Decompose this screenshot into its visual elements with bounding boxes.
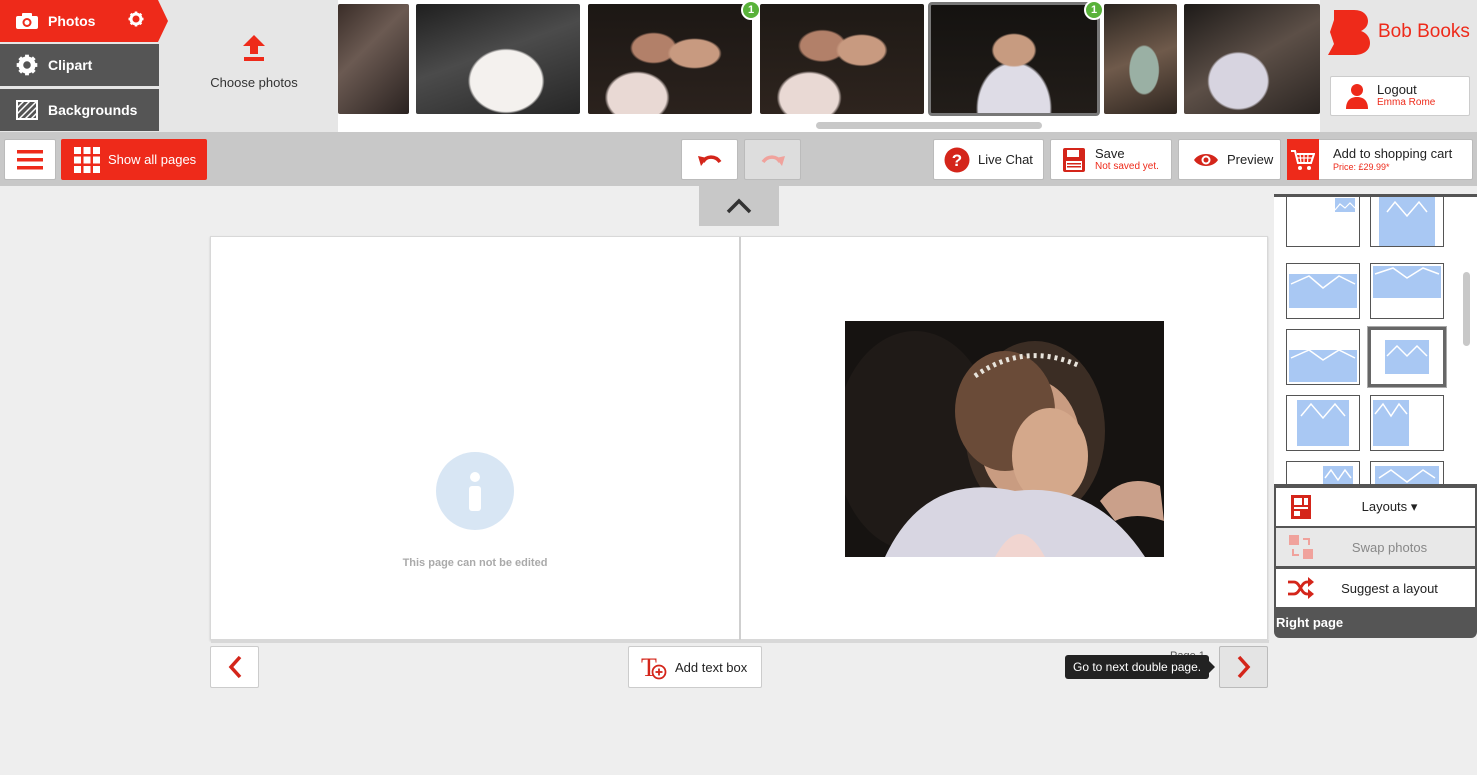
- redo-icon: [761, 154, 785, 166]
- right-page-photo[interactable]: [845, 321, 1164, 557]
- eye-icon: [1194, 153, 1218, 166]
- gear-icon[interactable]: [128, 11, 146, 29]
- tab-clipart[interactable]: Clipart: [0, 44, 159, 86]
- live-chat-button[interactable]: ? Live Chat: [933, 139, 1044, 180]
- preview-button[interactable]: Preview: [1178, 139, 1281, 180]
- suggest-layout-label: Suggest a layout: [1341, 580, 1438, 596]
- usage-badge: 1: [1084, 0, 1104, 20]
- layout-option[interactable]: [1286, 395, 1360, 451]
- brand-area: Bob Books Logout Emma Rome: [1320, 0, 1477, 132]
- page-actions-panel: Layouts ▾ Swap photos Suggest a layout R…: [1274, 484, 1477, 638]
- photo-thumbnail[interactable]: [338, 4, 409, 114]
- user-icon: [1346, 84, 1368, 109]
- side-tabs: Photos Clipart Backgrounds: [0, 0, 170, 132]
- save-status: Not saved yet.: [1095, 161, 1159, 172]
- tab-photos-label: Photos: [48, 13, 96, 29]
- layout-option[interactable]: [1370, 197, 1444, 247]
- suggest-layout-button[interactable]: Suggest a layout: [1276, 569, 1475, 607]
- next-page-tooltip: Go to next double page.: [1065, 655, 1216, 679]
- layouts-label: Layouts: [1361, 499, 1408, 514]
- previous-page-button[interactable]: [210, 646, 259, 688]
- layout-option[interactable]: [1286, 263, 1360, 319]
- brand-name: Bob Books: [1378, 21, 1470, 42]
- logout-label: Logout: [1377, 82, 1417, 97]
- bob-books-logo: Bob Books: [1326, 8, 1470, 56]
- hamburger-icon: [17, 149, 43, 169]
- cart-price: Price: £29.99*: [1333, 162, 1390, 172]
- usage-badge: 1: [741, 0, 761, 20]
- menu-button[interactable]: [4, 139, 56, 180]
- swap-photos-label: Swap photos: [1351, 539, 1428, 555]
- layout-option[interactable]: [1370, 461, 1444, 486]
- photo-thumbnail[interactable]: [1104, 4, 1177, 114]
- upload-arrow-icon: [243, 34, 265, 61]
- layout-option[interactable]: [1286, 461, 1360, 486]
- tab-clipart-label: Clipart: [48, 57, 93, 73]
- layout-scrollbar[interactable]: [1463, 272, 1470, 346]
- choose-photos-button[interactable]: Choose photos: [170, 0, 338, 132]
- cart-label: Add to shopping cart: [1333, 146, 1453, 161]
- user-name: Emma Rome: [1377, 97, 1436, 108]
- layout-option[interactable]: [1286, 197, 1360, 247]
- add-text-box-label: Add text box: [675, 659, 748, 675]
- toolbar: Show all pages ? Live Chat Save Not save…: [0, 132, 1477, 186]
- tab-backgrounds-label: Backgrounds: [48, 102, 138, 118]
- photo-thumbnail[interactable]: [760, 4, 924, 114]
- add-text-box-button[interactable]: T Add text box: [628, 646, 762, 688]
- left-page-message: This page can not be edited: [402, 557, 548, 569]
- layout-option-selected[interactable]: [1368, 327, 1446, 387]
- swap-photos-button[interactable]: Swap photos: [1276, 528, 1475, 566]
- layout-option[interactable]: [1370, 395, 1444, 451]
- book-spread: This page can not be edited: [210, 236, 1269, 643]
- chevron-left-icon: [228, 655, 241, 679]
- strip-scrollbar[interactable]: [816, 122, 1042, 129]
- shuffle-icon: [1276, 577, 1326, 599]
- photo-thumbnail[interactable]: [416, 4, 580, 114]
- add-text-icon: T: [641, 654, 667, 680]
- collapse-toolbar-button[interactable]: [699, 186, 779, 226]
- save-button[interactable]: Save Not saved yet.: [1050, 139, 1172, 180]
- tab-photos[interactable]: Photos: [0, 0, 168, 42]
- show-all-pages-label: Show all pages: [108, 152, 197, 167]
- book-spine: [739, 237, 741, 641]
- save-label: Save: [1095, 146, 1125, 161]
- svg-text:?: ?: [952, 151, 962, 170]
- info-icon: [436, 452, 514, 530]
- live-chat-label: Live Chat: [978, 152, 1033, 167]
- gear-icon: [14, 54, 40, 76]
- photo-thumbnail-selected[interactable]: [928, 2, 1100, 116]
- camera-icon: [14, 10, 40, 32]
- panel-section-label: Right page: [1276, 615, 1344, 630]
- book-edge: [211, 640, 1269, 643]
- shopping-cart-icon: [1287, 139, 1319, 180]
- layouts-dropdown[interactable]: Layouts ▾: [1276, 488, 1475, 526]
- grid-icon: [74, 146, 100, 173]
- layout-option[interactable]: [1286, 329, 1360, 385]
- background-pattern-icon: [14, 99, 40, 121]
- photo-thumbnail[interactable]: [1184, 4, 1320, 114]
- choose-photos-label: Choose photos: [210, 74, 298, 90]
- floppy-disk-icon: [1063, 147, 1085, 172]
- tab-backgrounds[interactable]: Backgrounds: [0, 89, 159, 131]
- swap-icon: [1276, 535, 1326, 559]
- chevron-right-icon: [1237, 655, 1250, 679]
- undo-icon: [697, 154, 721, 166]
- caret-down-icon: ▾: [1410, 499, 1418, 514]
- photo-thumbnail[interactable]: [588, 4, 752, 114]
- next-page-button[interactable]: [1219, 646, 1268, 688]
- layout-icon: [1276, 495, 1326, 519]
- logout-button[interactable]: Logout Emma Rome: [1330, 76, 1470, 116]
- chevron-up-icon: [726, 198, 752, 214]
- undo-button[interactable]: [681, 139, 738, 180]
- photo-strip[interactable]: 1 1: [338, 0, 1320, 132]
- add-to-cart-button[interactable]: Add to shopping cart Price: £29.99*: [1287, 139, 1473, 180]
- help-icon: ?: [944, 147, 970, 172]
- logo-b-icon: [1328, 10, 1370, 55]
- layout-option[interactable]: [1370, 263, 1444, 319]
- redo-button[interactable]: [744, 139, 801, 180]
- layout-options-panel[interactable]: [1274, 194, 1477, 486]
- show-all-pages-button[interactable]: Show all pages: [61, 139, 207, 180]
- preview-label: Preview: [1227, 152, 1274, 167]
